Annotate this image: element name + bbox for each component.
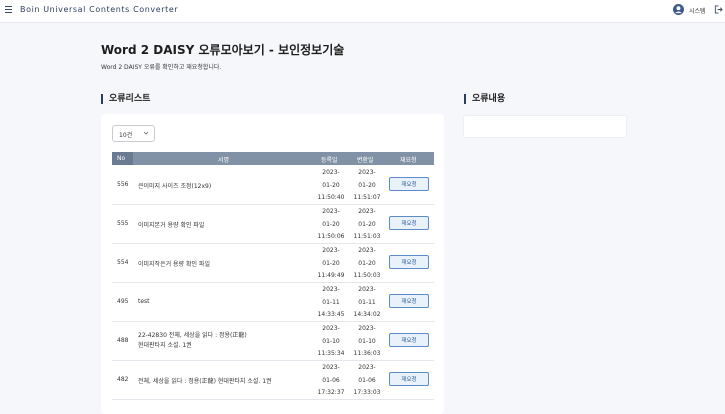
column-header-title: 서명 (218, 157, 230, 164)
row-no: 488 (117, 337, 129, 344)
error-list-section-title: 오류리스트 (101, 94, 150, 104)
row-title: 이미지본거 용량 확인 파일 (138, 222, 205, 229)
row-registered-date: 2023- 01-20 11:50:06 (317, 208, 345, 240)
error-list-panel: 10건 No 서명 등록일 변환일 재요청 556 큰이미지 사이즈 조정(12… (101, 114, 444, 414)
error-detail-section-title: 오류내용 (464, 94, 505, 104)
row-changed-date: 2023- 01-20 11:51:03 (353, 208, 381, 240)
re-request-button[interactable]: 재요청 (389, 333, 429, 347)
user-name[interactable]: 시스템 (689, 6, 706, 15)
row-title: 전체, 세상을 읽다 : 정용(正龍) 현대판타지 소설. 1권 (138, 378, 272, 385)
re-request-button[interactable]: 재요청 (389, 372, 429, 386)
row-no: 554 (117, 259, 129, 266)
column-header-request: 재요청 (400, 157, 417, 164)
user-icon[interactable] (673, 4, 684, 15)
re-request-button[interactable]: 재요청 (389, 216, 429, 230)
table-row: 555 이미지본거 용량 확인 파일 2023- 01-20 11:50:06 20… (112, 205, 434, 244)
logout-icon[interactable] (714, 5, 723, 14)
row-no: 482 (117, 376, 129, 383)
row-registered-date: 2023- 01-20 11:50:40 (317, 169, 345, 201)
table-row: 482 전체, 세상을 읽다 : 정용(正龍) 현대판타지 소설. 1권 202… (112, 361, 434, 400)
row-changed-date: 2023- 01-11 14:34:02 (353, 286, 381, 318)
error-detail-panel (463, 115, 627, 138)
re-request-button[interactable]: 재요청 (389, 255, 429, 269)
row-title: 22-42830 전체, 세상을 읽다 : 정용(正龍) 현대판타지 소설. 1… (138, 332, 247, 349)
top-bar: Boin Universal Contents Converter 시스템 (0, 0, 725, 23)
re-request-button[interactable]: 재요청 (389, 177, 429, 191)
page-title: Word 2 DAISY 오류모아보기 - 보인정보기술 (101, 43, 345, 57)
table-row: 488 22-42830 전체, 세상을 읽다 : 정용(正龍) 현대판타지 소… (112, 322, 434, 361)
column-header-registered: 등록일 (321, 157, 338, 164)
row-changed-date: 2023- 01-20 11:51:07 (353, 169, 381, 201)
row-changed-date: 2023- 01-10 11:36:03 (353, 325, 381, 357)
row-changed-date: 2023- 01-20 11:50:03 (353, 247, 381, 279)
re-request-button[interactable]: 재요청 (389, 294, 429, 308)
chevron-down-icon (143, 131, 149, 135)
row-no: 495 (117, 298, 129, 305)
table-row: 554 이미지작은거 용량 확인 파일 2023- 01-20 11:49:49 2… (112, 244, 434, 283)
app-title[interactable]: Boin Universal Contents Converter (20, 5, 178, 14)
row-no: 556 (117, 181, 129, 188)
page-size-value: 10건 (119, 132, 133, 139)
table-row: 556 큰이미지 사이즈 조정(12x9) 2023- 01-20 11:50:40… (112, 166, 434, 205)
table-header: No 서명 등록일 변환일 재요청 (112, 152, 434, 165)
row-title: test (138, 298, 150, 305)
row-title: 이미지작은거 용량 확인 파일 (138, 261, 210, 268)
page-description: Word 2 DAISY 오류를 확인하고 재요청합니다. (101, 64, 222, 71)
row-title: 큰이미지 사이즈 조정(12x9) (138, 183, 212, 190)
column-header-changed: 변환일 (357, 157, 374, 164)
row-registered-date: 2023- 01-11 14:33:45 (317, 286, 345, 318)
row-changed-date: 2023- 01-06 17:33:03 (353, 364, 381, 396)
row-registered-date: 2023- 01-10 11:35:34 (317, 325, 345, 357)
row-no: 555 (117, 220, 129, 227)
row-registered-date: 2023- 01-20 11:49:49 (317, 247, 345, 279)
column-header-no: No (117, 155, 126, 162)
table-row: 495 test 2023- 01-11 14:33:45 2023- 01-11 14… (112, 283, 434, 322)
hamburger-menu-icon[interactable] (5, 6, 12, 14)
row-registered-date: 2023- 01-06 17:32:37 (317, 364, 345, 396)
page-size-select[interactable]: 10건 (112, 125, 155, 142)
